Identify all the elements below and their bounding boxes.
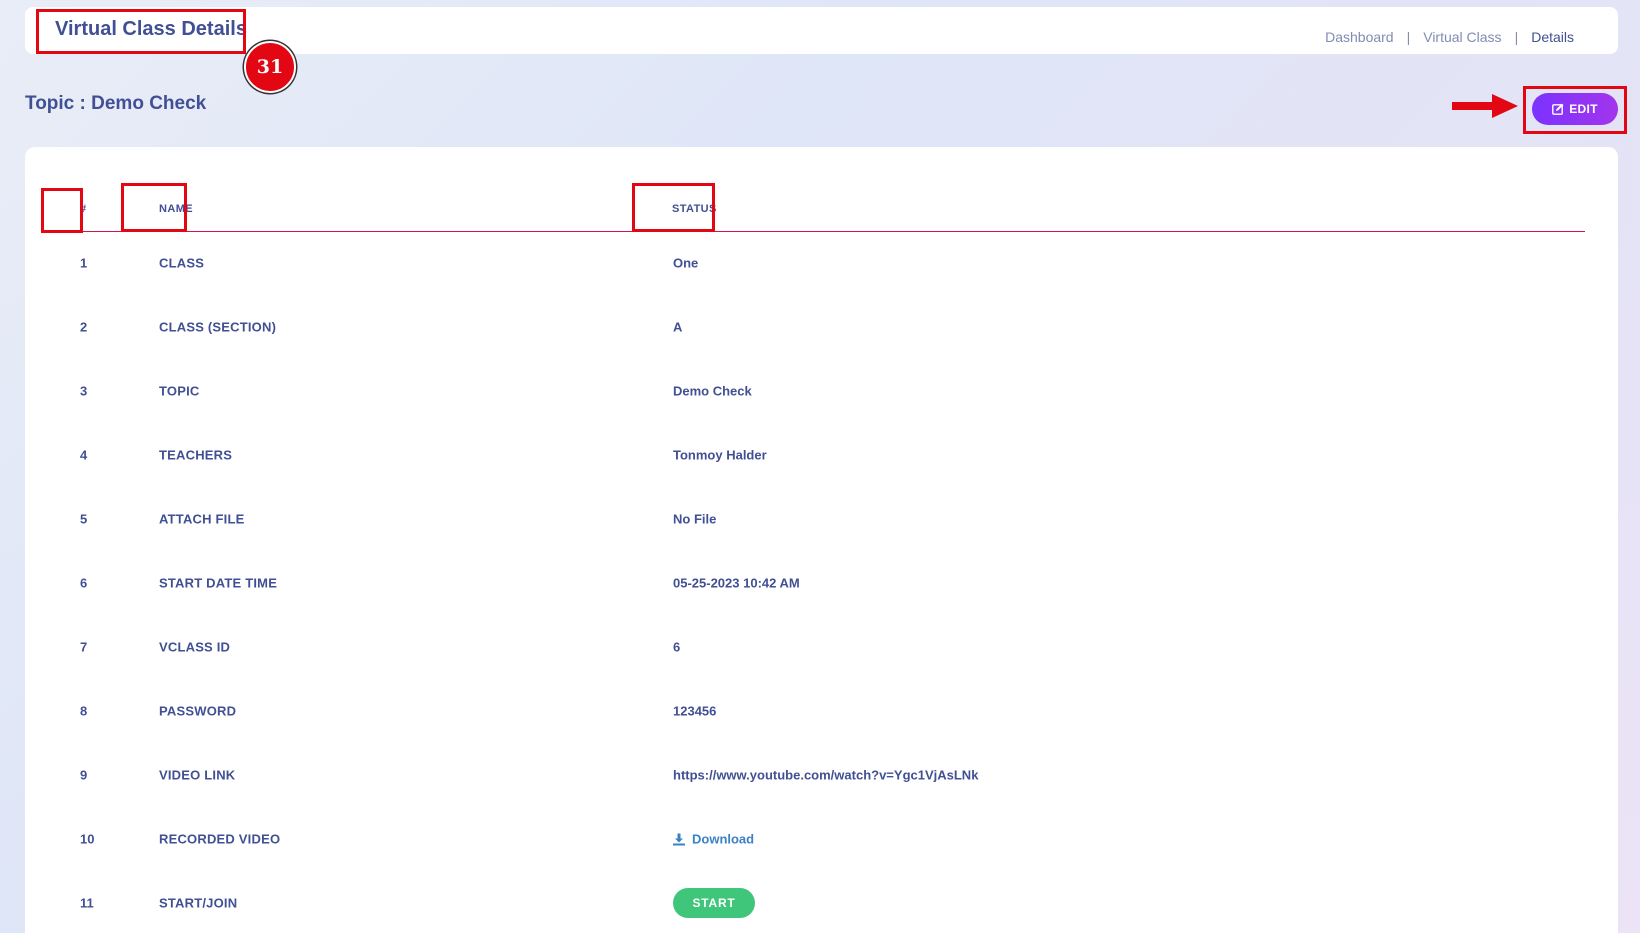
row-status: https://www.youtube.com/watch?v=Ygc1VjAs…: [673, 767, 979, 783]
row-status: One: [673, 255, 699, 271]
table-row: 1 CLASS One: [55, 231, 1585, 295]
table-row: 4 TEACHERS Tonmoy Halder: [55, 423, 1585, 487]
column-name-highlight-box: [121, 183, 187, 232]
table-row: 11 START/JOIN START: [55, 871, 1585, 933]
row-name: ATTACH FILE: [159, 511, 245, 527]
step-number-badge: 31: [244, 41, 296, 93]
row-number: 9: [80, 767, 88, 783]
title-highlight-box: [36, 9, 246, 54]
download-link[interactable]: Download: [673, 832, 754, 847]
row-status: Tonmoy Halder: [673, 447, 767, 463]
table-row: 6 START DATE TIME 05-25-2023 10:42 AM: [55, 551, 1585, 615]
arrow-right-icon: [1452, 94, 1518, 118]
breadcrumb-dashboard[interactable]: Dashboard: [1325, 29, 1394, 45]
table-row: 8 PASSWORD 123456: [55, 679, 1585, 743]
table-row: 3 TOPIC Demo Check: [55, 359, 1585, 423]
row-number: 7: [80, 639, 88, 655]
row-name: START DATE TIME: [159, 575, 278, 591]
row-number: 11: [80, 895, 94, 911]
breadcrumb: Dashboard | Virtual Class | Details: [1325, 29, 1574, 45]
breadcrumb-virtual-class[interactable]: Virtual Class: [1423, 29, 1501, 45]
table-row: 5 ATTACH FILE No File: [55, 487, 1585, 551]
row-number: 8: [80, 703, 88, 719]
table-row: 2 CLASS (SECTION) A: [55, 295, 1585, 359]
download-link-label: Download: [692, 831, 755, 847]
table-row: 9 VIDEO LINK https://www.youtube.com/wat…: [55, 743, 1585, 807]
topic-title: Topic : Demo Check: [25, 93, 207, 114]
table-row: 10 RECORDED VIDEO Download: [55, 807, 1585, 871]
details-card: # NAME STATUS 1 CLASS One 2 CLASS (SECTI…: [25, 147, 1618, 933]
column-number-highlight-box: [41, 188, 83, 233]
breadcrumb-details: Details: [1531, 29, 1574, 45]
download-icon: [673, 833, 685, 845]
row-status: 6: [673, 639, 681, 655]
row-status: Download: [673, 832, 754, 847]
row-name: PASSWORD: [159, 703, 237, 719]
row-number: 10: [80, 831, 95, 847]
row-status: No File: [673, 511, 717, 527]
row-number: 3: [80, 383, 88, 399]
row-number: 1: [80, 255, 88, 271]
row-name: CLASS: [159, 255, 205, 271]
edit-icon: [1552, 103, 1564, 115]
row-name: VCLASS ID: [159, 639, 231, 655]
row-name: RECORDED VIDEO: [159, 831, 281, 847]
table-row: 7 VCLASS ID 6: [55, 615, 1585, 679]
row-name: TEACHERS: [159, 447, 233, 463]
edit-button-label: EDIT: [1569, 102, 1598, 116]
row-number: 5: [80, 511, 88, 527]
row-status: A: [673, 319, 683, 335]
row-status: 05-25-2023 10:42 AM: [673, 575, 800, 591]
row-status: START: [673, 888, 755, 918]
row-status: Demo Check: [673, 383, 752, 399]
row-name: START/JOIN: [159, 895, 238, 911]
breadcrumb-separator: |: [1406, 29, 1411, 45]
row-name: TOPIC: [159, 383, 200, 399]
column-status-highlight-box: [632, 183, 715, 232]
row-number: 6: [80, 575, 88, 591]
row-name: VIDEO LINK: [159, 767, 236, 783]
row-name: CLASS (SECTION): [159, 319, 277, 335]
row-number: 4: [80, 447, 88, 463]
start-button[interactable]: START: [673, 888, 755, 918]
row-number: 2: [80, 319, 88, 335]
breadcrumb-separator: |: [1514, 29, 1519, 45]
row-status: 123456: [673, 703, 717, 719]
edit-button[interactable]: EDIT: [1532, 93, 1618, 125]
table-header-row: [55, 187, 1585, 232]
